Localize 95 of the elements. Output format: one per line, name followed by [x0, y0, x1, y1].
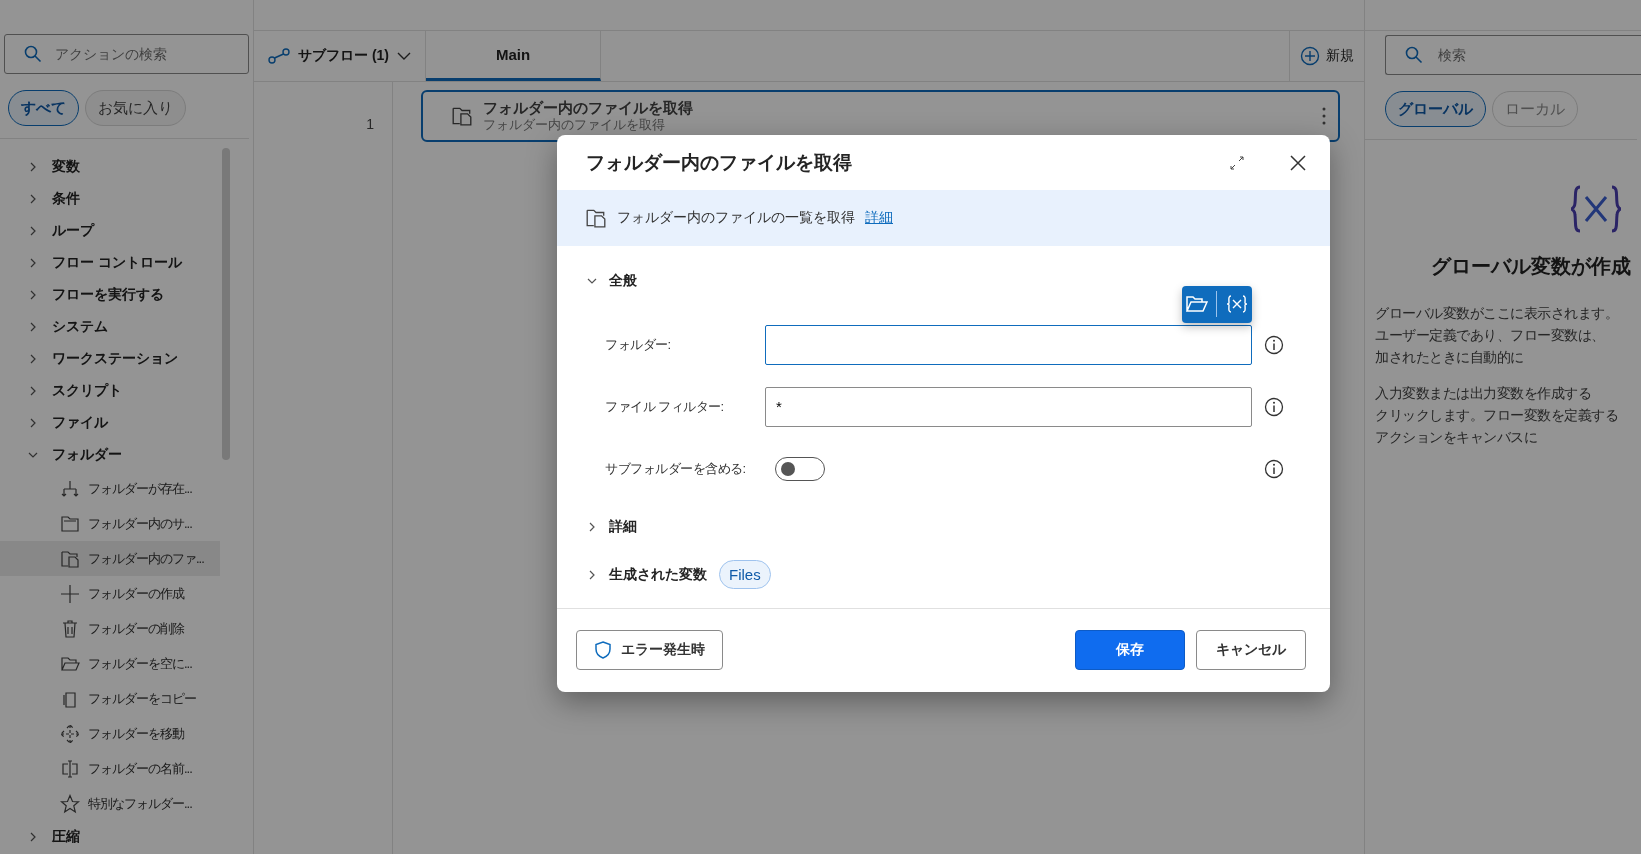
- tree-item[interactable]: フローを実行する: [0, 279, 220, 311]
- input-field[interactable]: *: [765, 386, 1252, 427]
- field-label: ファイル フィルター:: [605, 397, 725, 416]
- close-icon[interactable]: [1290, 154, 1306, 171]
- search-icon: [1405, 46, 1423, 64]
- action-title: フォルダー内のファイルを取得: [483, 99, 694, 117]
- action-item[interactable]: フォルダーの削除: [0, 611, 220, 646]
- action-item[interactable]: フォルダー内のサ...: [0, 506, 220, 541]
- action-item[interactable]: フォルダーをコピー: [0, 681, 220, 716]
- tree-item[interactable]: 条件: [0, 183, 220, 215]
- chevron-icon: [28, 386, 38, 396]
- rename-icon: [60, 758, 80, 779]
- error-handling-button[interactable]: エラー発生時: [576, 630, 723, 671]
- files-icon: [451, 105, 473, 127]
- toggle-switch[interactable]: [775, 456, 825, 481]
- field-label: サブフォルダーを含める:: [605, 459, 747, 478]
- dialog-title: フォルダー内のファイルを取得: [586, 150, 853, 175]
- line-number: 1: [365, 116, 375, 132]
- info-icon[interactable]: [1264, 334, 1284, 355]
- action-item[interactable]: フォルダーの作成: [0, 576, 220, 611]
- variable-tag[interactable]: Files: [719, 560, 771, 590]
- search-field[interactable]: 検索: [1385, 35, 1641, 75]
- more-icon[interactable]: [1322, 107, 1326, 125]
- empty-state-text: アクションをキャンバスに: [1375, 428, 1538, 447]
- details-link[interactable]: 詳細: [865, 209, 893, 228]
- subflow-button[interactable]: サブフロー (1): [254, 31, 426, 81]
- chevron-icon: [28, 290, 38, 300]
- filter-chip[interactable]: すべて: [8, 90, 79, 126]
- action-item[interactable]: フォルダー内のファ...: [0, 541, 220, 576]
- expand-icon[interactable]: [1230, 155, 1244, 170]
- search-icon: [24, 45, 42, 63]
- save-button[interactable]: 保存: [1075, 630, 1185, 671]
- move-icon: [60, 723, 80, 744]
- chevron-icon: [28, 258, 38, 268]
- section-header[interactable]: 詳細: [587, 511, 1330, 542]
- filter-chip[interactable]: グローバル: [1385, 91, 1486, 127]
- files-icon: [585, 207, 607, 230]
- cancel-button[interactable]: キャンセル: [1196, 630, 1306, 671]
- folder-icon[interactable]: [1186, 295, 1209, 314]
- plus-circle-icon: [1300, 46, 1320, 66]
- subflow-icon: [268, 48, 290, 64]
- empty-state-title: グローバル変数が作成: [1431, 254, 1631, 279]
- chevron-icon: [28, 450, 38, 460]
- chevron-icon: [28, 418, 38, 428]
- tree-item[interactable]: ワークステーション: [0, 343, 220, 375]
- tree-item[interactable]: フォルダー: [0, 439, 220, 471]
- star-icon: [60, 793, 80, 814]
- chevron-icon: [28, 162, 38, 172]
- tree-item[interactable]: フロー コントロール: [0, 247, 220, 279]
- info-icon[interactable]: [1264, 458, 1284, 479]
- empty-state-text: 入力変数または出力変数を作成する: [1375, 384, 1592, 403]
- info-icon[interactable]: [1264, 396, 1284, 417]
- chevron-icon: [28, 194, 38, 204]
- field-label: フォルダー:: [605, 335, 672, 354]
- chevron-icon: [28, 354, 38, 364]
- tree-item[interactable]: ファイル: [0, 407, 220, 439]
- search-field[interactable]: アクションの検索: [4, 34, 249, 74]
- chevron-icon: [28, 322, 38, 332]
- plus-icon: [60, 583, 80, 604]
- folders-icon: [60, 513, 80, 534]
- input-field[interactable]: [765, 324, 1252, 365]
- filter-chip[interactable]: お気に入り: [85, 90, 186, 126]
- variable-icon[interactable]: [1225, 295, 1248, 314]
- section-header[interactable]: 全般: [587, 265, 1330, 296]
- empty-state-text: ユーザー定義であり、フロー変数は、: [1375, 326, 1606, 345]
- action-subtitle: フォルダー内のファイルを取得: [483, 117, 666, 133]
- trash-icon: [60, 618, 80, 639]
- action-item[interactable]: フォルダーの名前...: [0, 751, 220, 786]
- tree-item[interactable]: スクリプト: [0, 375, 220, 407]
- action-card[interactable]: フォルダー内のファイルを取得 フォルダー内のファイルを取得: [421, 90, 1340, 142]
- chevron-icon: [28, 832, 38, 842]
- branch-icon: [60, 478, 80, 499]
- shield-icon: [594, 641, 611, 660]
- empty-state-text: 加されたときに自動的に: [1375, 348, 1525, 367]
- tree-item[interactable]: ループ: [0, 215, 220, 247]
- action-item[interactable]: 特別なフォルダー...: [0, 786, 220, 821]
- scrollbar[interactable]: [222, 148, 230, 460]
- action-item[interactable]: フォルダーを移動: [0, 716, 220, 751]
- files-icon: [60, 548, 80, 569]
- new-button[interactable]: 新規: [1289, 31, 1364, 81]
- tree-item[interactable]: 圧縮: [0, 821, 220, 853]
- description-text: フォルダー内のファイルの一覧を取得: [617, 209, 855, 228]
- empty-state-text: クリックします。フロー変数を定義する: [1375, 406, 1618, 425]
- action-item[interactable]: フォルダーが存在...: [0, 471, 220, 506]
- action-item[interactable]: フォルダーを空に...: [0, 646, 220, 681]
- chevron-icon: [397, 51, 411, 61]
- flow-tab[interactable]: Main: [426, 31, 601, 81]
- empty-state-text: グローバル変数がここに表示されます。: [1375, 304, 1618, 323]
- chevron-icon: [587, 569, 597, 580]
- tree-item[interactable]: 変数: [0, 151, 220, 183]
- chevron-icon: [587, 521, 597, 532]
- section-header[interactable]: 生成された変数 Files: [587, 559, 1330, 590]
- chevron-icon: [28, 226, 38, 236]
- variable-icon: [1570, 185, 1622, 233]
- tree-item[interactable]: システム: [0, 311, 220, 343]
